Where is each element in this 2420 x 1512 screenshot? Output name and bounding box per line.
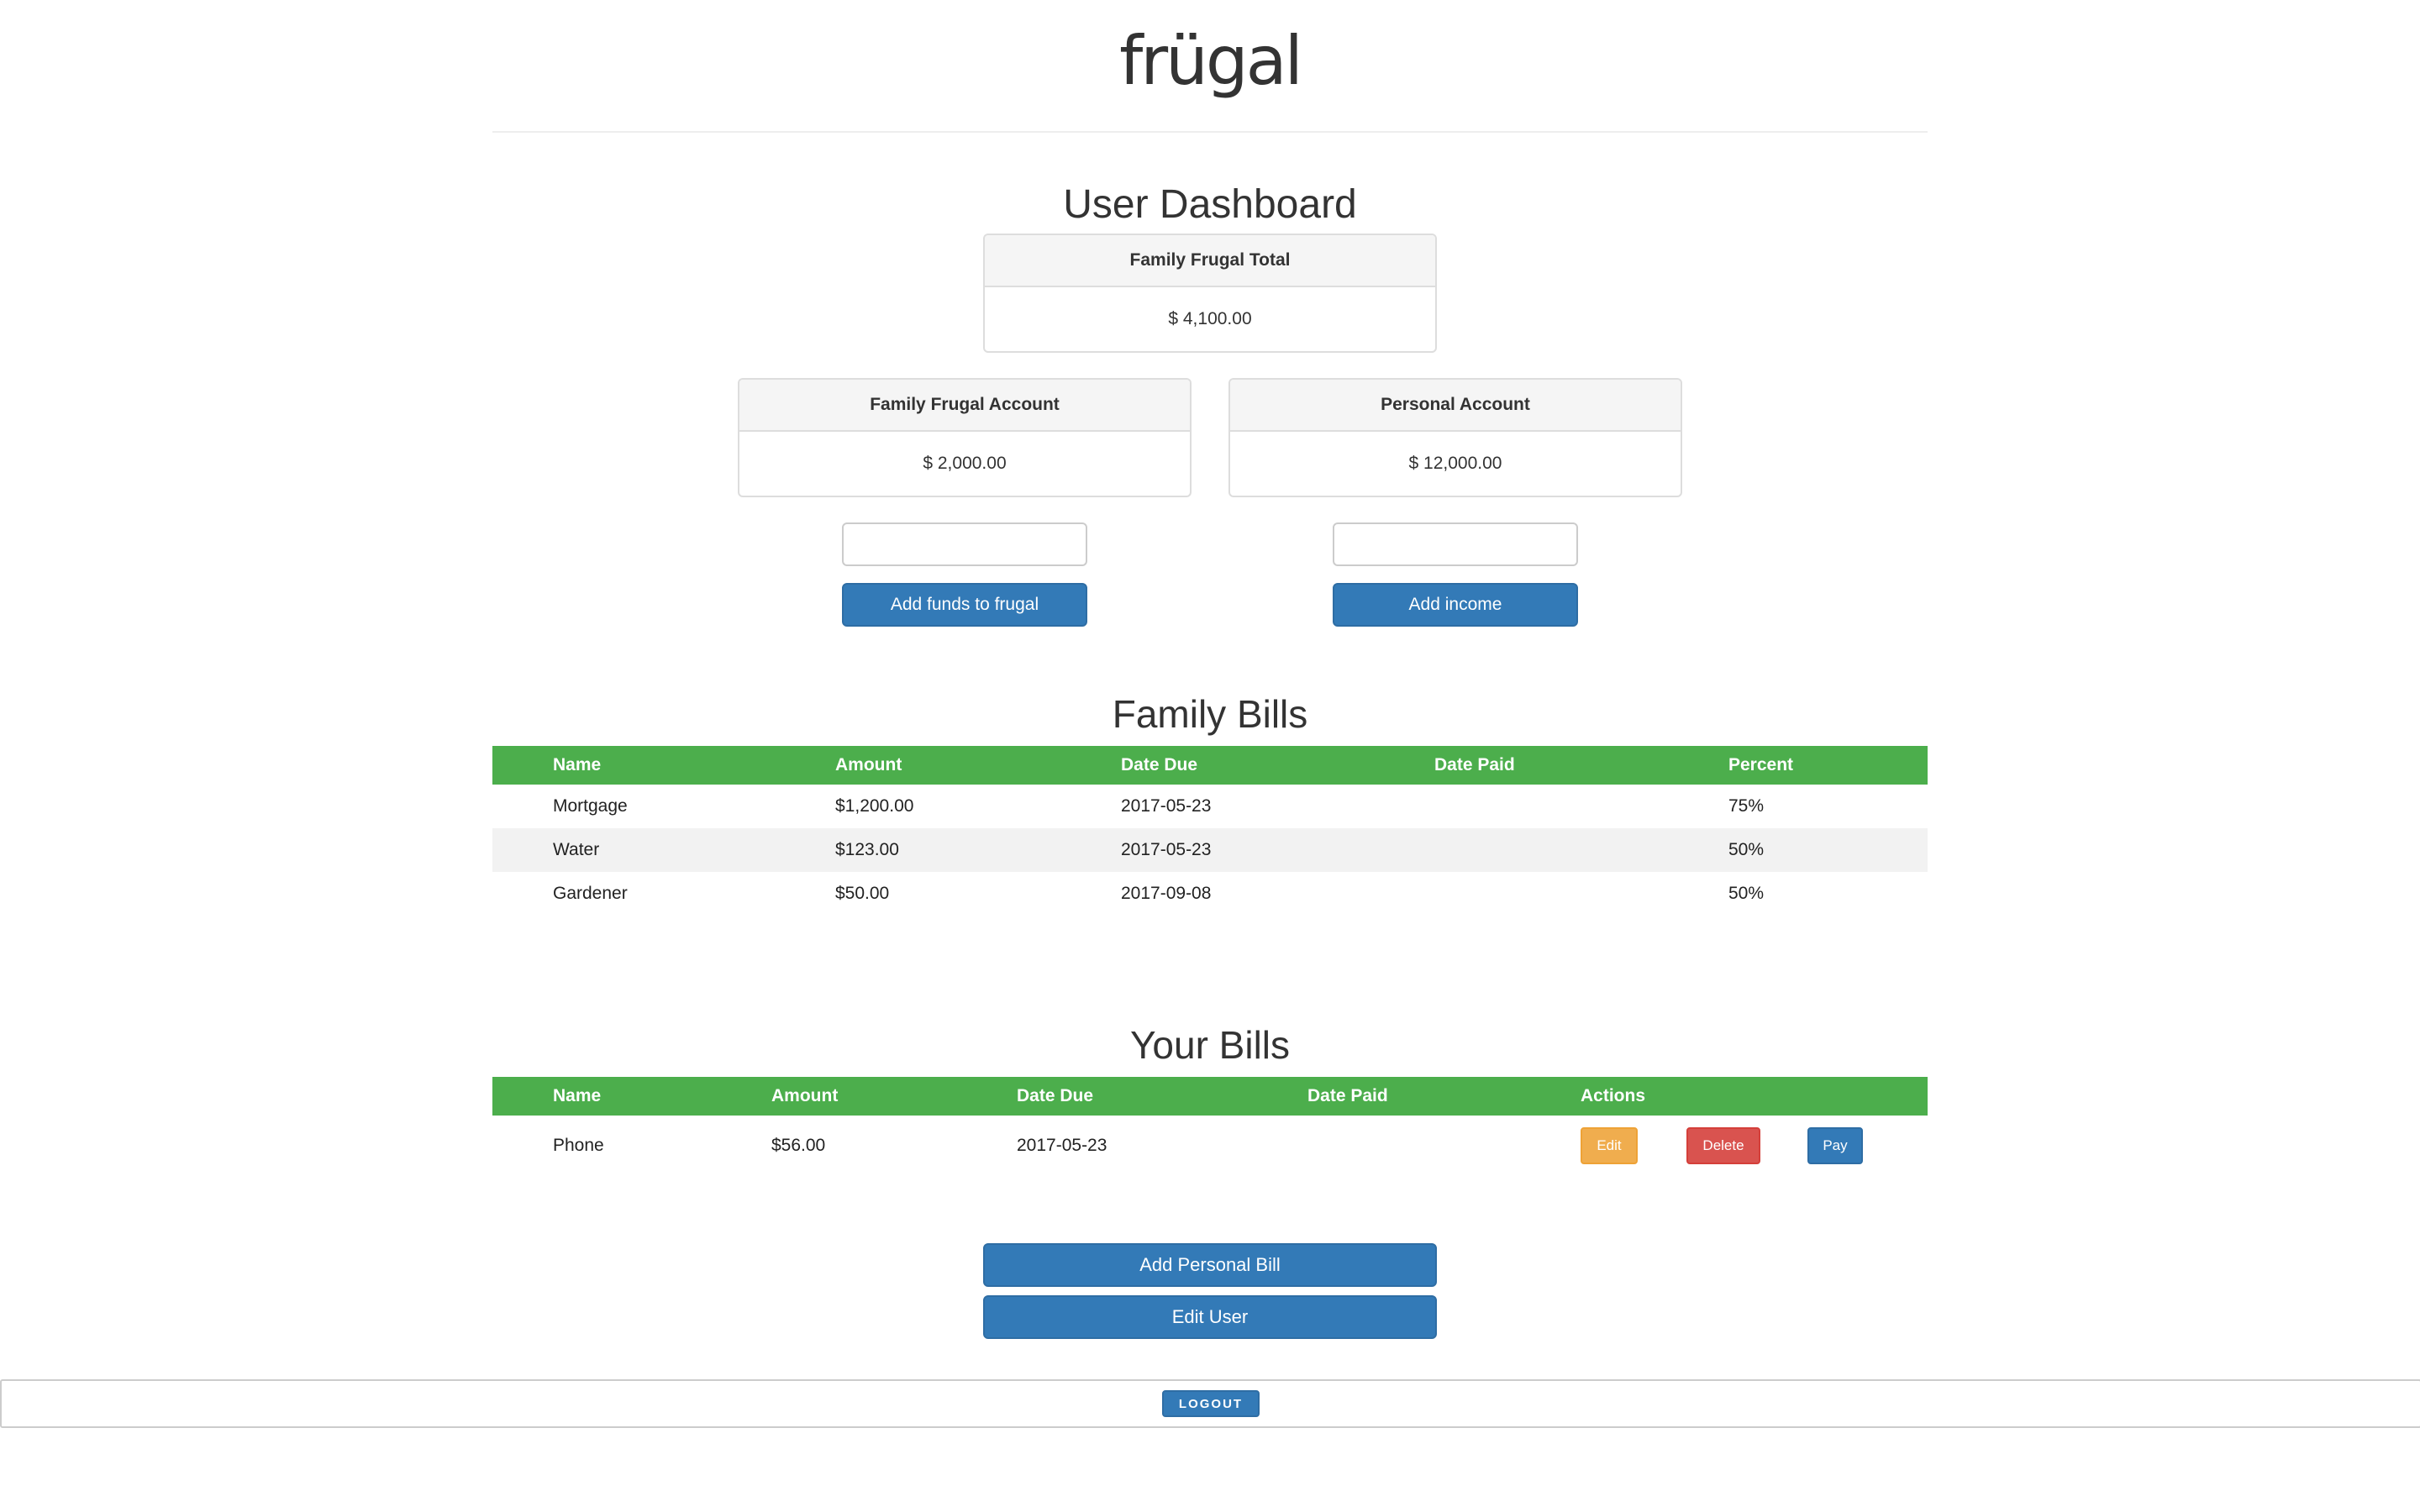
footer-bar: LOGOUT <box>0 1379 2420 1428</box>
logout-button[interactable]: LOGOUT <box>1162 1390 1260 1417</box>
bill-percent: 50% <box>1728 828 1928 872</box>
bill-percent: 75% <box>1728 796 1765 816</box>
table-row: Mortgage $1,200.00 2017-05-23 75% <box>492 785 1928 828</box>
family-account-column: Family Frugal Account $ 2,000.00 Add fun… <box>738 378 1192 627</box>
delete-bill-button[interactable]: Delete <box>1686 1127 1760 1164</box>
column-header: Amount <box>771 1077 1017 1116</box>
table-header-row: Name Amount Date Due Date Paid Percent <box>492 746 1928 785</box>
panel-heading: Family Frugal Account <box>739 380 1190 432</box>
table-row: Gardener $50.00 2017-09-08 50% <box>492 872 1928 916</box>
bill-amount: $123.00 <box>835 828 1121 872</box>
column-header: Name <box>553 746 835 785</box>
edit-bill-button[interactable]: Edit <box>1581 1127 1638 1164</box>
bill-name: Mortgage <box>553 796 628 816</box>
panel-amount: $ 4,100.00 <box>1168 309 1252 328</box>
column-header: Date Paid <box>1434 746 1728 785</box>
column-header: Date Due <box>1017 1077 1307 1116</box>
panel-amount: $ 12,000.00 <box>1408 454 1502 473</box>
accounts-row: Family Frugal Account $ 2,000.00 Add fun… <box>0 378 2420 627</box>
bill-amount: $56.00 <box>771 1136 826 1155</box>
personal-account-column: Personal Account $ 12,000.00 Add income <box>1228 378 1682 627</box>
table-row: Water $123.00 2017-05-23 50% <box>492 828 1928 872</box>
your-bills-table: Name Amount Date Due Date Paid Actions P… <box>492 1077 1928 1176</box>
bill-name: Gardener <box>553 884 628 903</box>
bill-amount: $1,200.00 <box>835 796 914 816</box>
panel-heading: Family Frugal Total <box>985 235 1435 287</box>
add-funds-button[interactable]: Add funds to frugal <box>842 583 1087 627</box>
edit-user-button[interactable]: Edit User <box>983 1295 1437 1339</box>
bill-date-due: 2017-05-23 <box>1121 796 1212 816</box>
table-header-row: Name Amount Date Due Date Paid Actions <box>492 1077 1928 1116</box>
brand-logo: frügal <box>1119 22 1303 100</box>
bill-date-paid <box>1434 828 1728 872</box>
bill-name: Water <box>553 828 835 872</box>
bill-date-paid <box>1434 872 1728 916</box>
your-bills-title: Your Bills <box>1129 1023 1291 1067</box>
bottom-actions: Add Personal Bill Edit User <box>983 1243 1437 1339</box>
panel-amount: $ 2,000.00 <box>923 454 1007 473</box>
panel-heading: Personal Account <box>1230 380 1681 432</box>
column-header: Actions <box>1581 1077 1928 1116</box>
bill-name: Phone <box>553 1136 604 1155</box>
family-bills-table: Name Amount Date Due Date Paid Percent M… <box>492 746 1928 916</box>
table-row: Phone $56.00 2017-05-23 Edit Delete Pay <box>492 1116 1928 1176</box>
pay-bill-button[interactable]: Pay <box>1807 1127 1863 1164</box>
add-income-button[interactable]: Add income <box>1333 583 1578 627</box>
bill-date-due: 2017-09-08 <box>1121 884 1212 903</box>
family-bills-title: Family Bills <box>1112 692 1308 736</box>
column-header: Date Paid <box>1307 1077 1581 1116</box>
add-income-input[interactable] <box>1333 522 1578 566</box>
bill-date-due: 2017-05-23 <box>1017 1136 1107 1155</box>
personal-account-panel: Personal Account $ 12,000.00 <box>1228 378 1682 497</box>
bill-date-paid <box>1307 1116 1581 1176</box>
family-frugal-account-panel: Family Frugal Account $ 2,000.00 <box>738 378 1192 497</box>
column-header: Amount <box>835 746 1121 785</box>
bill-date-paid <box>1434 785 1728 828</box>
page-title: User Dashboard <box>1063 182 1357 227</box>
add-personal-bill-button[interactable]: Add Personal Bill <box>983 1243 1437 1287</box>
bill-date-due: 2017-05-23 <box>1121 828 1434 872</box>
bill-percent: 50% <box>1728 884 1765 903</box>
column-header: Percent <box>1728 746 1928 785</box>
add-funds-input[interactable] <box>842 522 1087 566</box>
column-header: Name <box>553 1077 771 1116</box>
bill-amount: $50.00 <box>835 884 890 903</box>
family-frugal-total-panel: Family Frugal Total $ 4,100.00 <box>983 234 1437 353</box>
column-header: Date Due <box>1121 746 1434 785</box>
